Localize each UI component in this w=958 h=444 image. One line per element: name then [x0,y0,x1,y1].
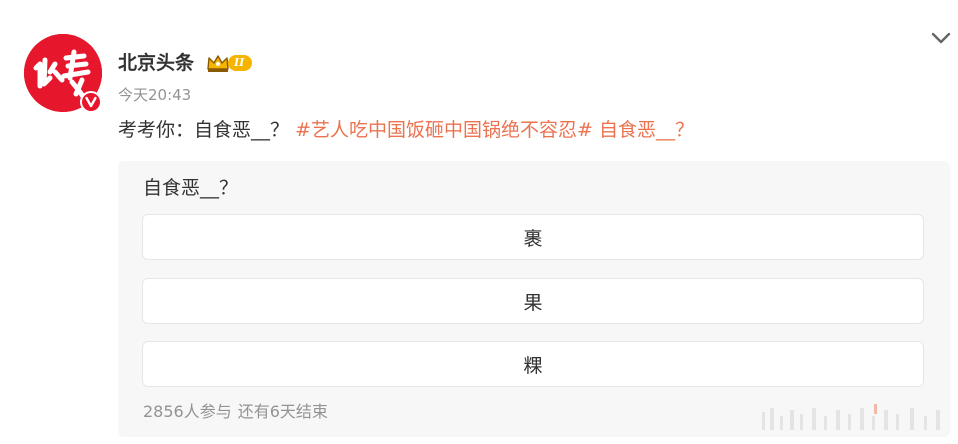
poll-option[interactable]: 果 [142,278,924,324]
post-text-suffix: 自食恶__？ [598,119,694,141]
author-name[interactable]: 北京头条 [118,48,194,78]
watermark-decoration [760,402,950,434]
poll-option-label: 裹 [523,227,543,250]
poll-option-label: 果 [523,291,543,314]
crown-icon [207,55,229,72]
verified-v-icon [80,91,102,113]
vip-badge[interactable]: II [206,52,253,74]
poll-option-label: 粿 [523,354,543,377]
post-text-prefix: 考考你：自食恶__？ [118,119,290,141]
poll-card: 自食恶__？ 裹 果 粿 2856人参与 还有6天结束 [118,161,950,437]
hashtag-link[interactable]: #艺人吃中国饭砸中国锅绝不容忍# [295,119,593,141]
poll-option[interactable]: 粿 [142,341,924,387]
poll-option[interactable]: 裹 [142,214,924,260]
poll-participants: 2856人参与 [143,402,232,421]
post-text: 考考你：自食恶__？ #艺人吃中国饭砸中国锅绝不容忍# 自食恶__？ [118,116,694,144]
post-timestamp[interactable]: 今天20:43 [118,85,191,105]
poll-question: 自食恶__？ [143,177,239,199]
poll-remaining: 还有6天结束 [237,402,328,421]
poll-stats: 2856人参与 还有6天结束 [143,401,328,423]
vip-level: II [228,55,253,71]
chevron-down-icon[interactable] [930,30,952,44]
author-row: 北京头条 II [118,48,253,78]
